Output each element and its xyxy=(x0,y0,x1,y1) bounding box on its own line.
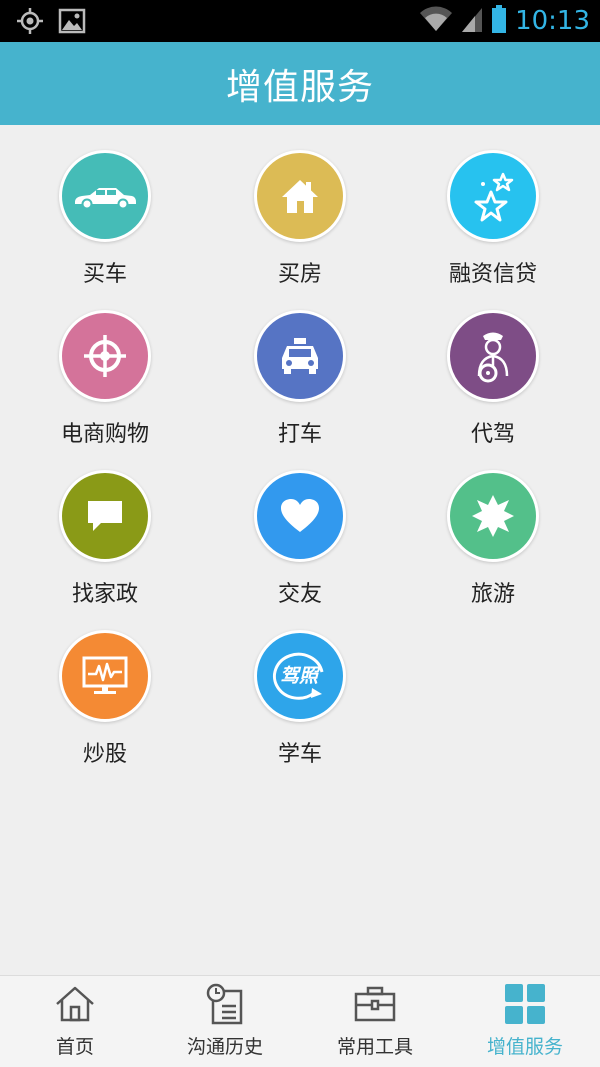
service-label: 打车 xyxy=(277,422,322,447)
heart-icon xyxy=(254,470,346,562)
page-title: 增值服务 xyxy=(225,66,374,108)
history-icon xyxy=(205,982,245,1026)
tab-history[interactable]: 沟通历史 xyxy=(150,976,300,1067)
stars-icon xyxy=(447,150,539,242)
service-item-ecommerce[interactable]: 电商购物 xyxy=(15,310,195,460)
tab-home[interactable]: 首页 xyxy=(0,976,150,1067)
service-label: 买车 xyxy=(82,262,127,287)
home-icon xyxy=(55,982,95,1026)
service-label: 代驾 xyxy=(470,422,515,447)
taxi-icon xyxy=(254,310,346,402)
signal-icon xyxy=(461,5,483,37)
service-item-finance-credit[interactable]: 融资信贷 xyxy=(403,150,583,300)
service-label: 找家政 xyxy=(71,582,138,607)
service-item-taxi[interactable]: 打车 xyxy=(210,310,390,460)
tab-label: 沟通历史 xyxy=(186,1036,263,1058)
tab-label: 常用工具 xyxy=(336,1036,413,1058)
chat-bubble-icon xyxy=(59,470,151,562)
service-item-stocks[interactable]: 炒股 xyxy=(15,630,195,780)
service-item-buy-house[interactable]: 买房 xyxy=(210,150,390,300)
tab-tools[interactable]: 常用工具 xyxy=(300,976,450,1067)
service-label: 学车 xyxy=(277,742,322,767)
service-item-dating[interactable]: 交友 xyxy=(210,470,390,620)
service-item-travel[interactable]: 旅游 xyxy=(403,470,583,620)
image-notification-icon xyxy=(58,7,86,39)
star-badge-icon xyxy=(447,470,539,562)
license-badge-text: 驾照 xyxy=(280,665,321,687)
grid-icon xyxy=(504,982,546,1026)
service-item-housekeeping[interactable]: 找家政 xyxy=(15,470,195,620)
service-label: 买房 xyxy=(277,262,322,287)
status-bar: 10:13 xyxy=(0,0,600,42)
crosshair-icon xyxy=(59,310,151,402)
car-icon xyxy=(59,150,151,242)
battery-icon xyxy=(491,4,507,38)
toolbox-icon xyxy=(353,982,397,1026)
bottom-tab-bar: 首页 沟通历史 常用工具 增值服务 xyxy=(0,975,600,1067)
house-icon xyxy=(254,150,346,242)
service-label: 融资信贷 xyxy=(448,262,537,287)
tab-value-added-services[interactable]: 增值服务 xyxy=(450,976,600,1067)
wifi-icon xyxy=(419,5,453,37)
status-time: 10:13 xyxy=(515,6,590,36)
service-label: 炒股 xyxy=(82,742,127,767)
tab-label: 首页 xyxy=(55,1036,94,1058)
service-item-designated-driver[interactable]: 代驾 xyxy=(403,310,583,460)
title-bar: 增值服务 xyxy=(0,42,600,125)
service-label: 旅游 xyxy=(470,582,515,607)
service-item-driving-school[interactable]: 驾照 学车 xyxy=(210,630,390,780)
gps-icon xyxy=(16,7,44,39)
tab-label: 增值服务 xyxy=(486,1036,563,1058)
service-label: 交友 xyxy=(277,582,322,607)
service-item-buy-car[interactable]: 买车 xyxy=(15,150,195,300)
driving-license-icon: 驾照 xyxy=(254,630,346,722)
service-grid: 买车 买房 融资信贷 电商购物 打车 代驾 找家政 交友 旅游 炒股 驾照 学车 xyxy=(0,125,600,975)
stock-monitor-icon xyxy=(59,630,151,722)
driver-icon xyxy=(447,310,539,402)
service-label: 电商购物 xyxy=(60,422,149,447)
